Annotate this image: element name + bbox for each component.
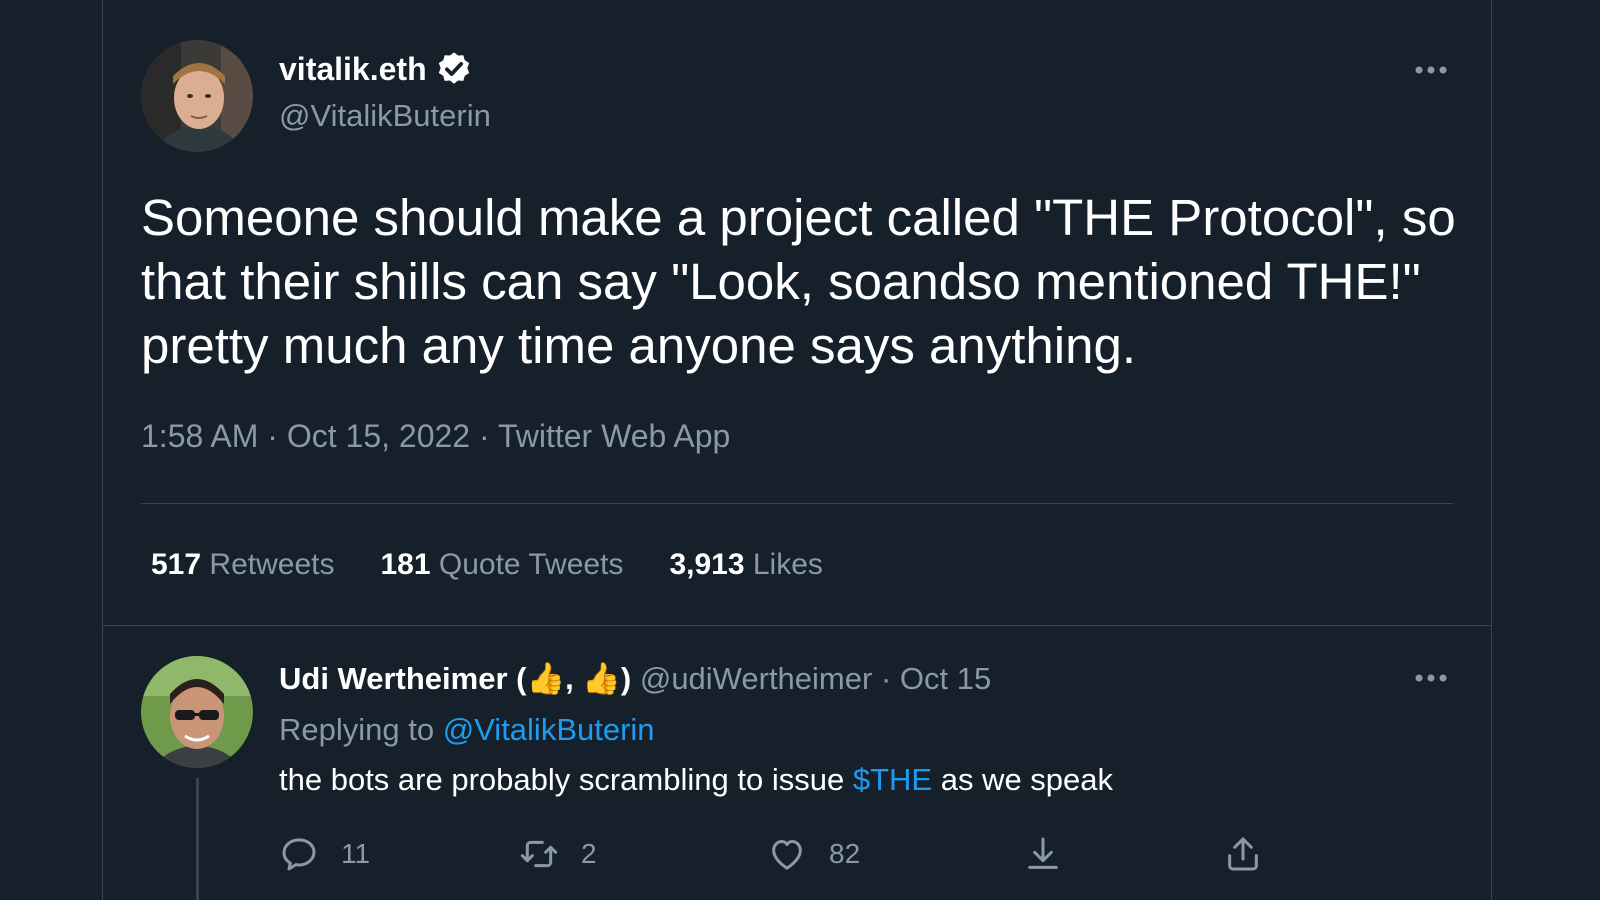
quotes-count: 181: [380, 548, 431, 581]
reply-text-before: the bots are probably scrambling to issu…: [279, 762, 845, 797]
share-icon: [1223, 834, 1263, 874]
reply-text-after: as we speak: [940, 762, 1114, 797]
retweet-button[interactable]: 2: [519, 834, 597, 874]
reply-icon: [279, 834, 319, 874]
retweet-count: 2: [581, 838, 597, 869]
replying-to: Replying to @VitalikButerin: [279, 712, 655, 748]
tweet-text: Someone should make a project called "TH…: [141, 189, 1456, 374]
quote-tweets-stat[interactable]: 181 Quote Tweets: [380, 548, 623, 582]
like-count: 82: [829, 838, 861, 869]
retweets-stat[interactable]: 517 Retweets: [151, 548, 334, 582]
author-avatar[interactable]: [141, 40, 253, 152]
retweet-icon: [519, 834, 559, 874]
likes-stat[interactable]: 3,913 Likes: [669, 548, 822, 582]
retweets-count: 517: [151, 548, 202, 581]
reply-text: the bots are probably scrambling to issu…: [279, 762, 1113, 798]
retweets-label: Retweets: [209, 548, 335, 581]
save-icon: [1023, 834, 1063, 874]
save-button[interactable]: [1023, 834, 1063, 874]
reply-count: 11: [341, 838, 371, 869]
likes-count: 3,913: [669, 548, 745, 581]
reply-display-name[interactable]: Udi Wertheimer (👍, 👍): [279, 661, 631, 696]
cashtag-link[interactable]: $THE: [853, 762, 932, 797]
replying-prefix: Replying to: [279, 712, 435, 747]
reply-more-options-icon[interactable]: [1411, 668, 1451, 688]
share-button[interactable]: [1223, 834, 1263, 874]
likes-label: Likes: [752, 548, 823, 581]
reply-handle[interactable]: @udiWertheimer: [640, 661, 872, 696]
like-icon: [767, 834, 807, 874]
verified-icon: [435, 50, 473, 88]
divider: [141, 503, 1453, 504]
reply-button[interactable]: 11: [279, 834, 370, 874]
reply-separator: ·: [880, 661, 892, 696]
author-display-name[interactable]: vitalik.eth: [279, 51, 427, 88]
reply-date[interactable]: Oct 15: [900, 661, 991, 696]
tweet-time[interactable]: 1:58 AM: [141, 418, 258, 454]
reply-author-avatar[interactable]: [141, 656, 253, 768]
like-button[interactable]: 82: [767, 834, 860, 874]
reply-header: Udi Wertheimer (👍, 👍) @udiWertheimer · O…: [279, 660, 991, 697]
tweet-column: vitalik.eth @VitalikButerin Someone shou…: [102, 0, 1492, 900]
meta-separator: ·: [267, 418, 278, 454]
thread-line: [196, 778, 199, 900]
replying-handle-link[interactable]: @VitalikButerin: [443, 712, 655, 747]
section-divider: [103, 625, 1491, 626]
author-name[interactable]: vitalik.eth: [279, 50, 473, 88]
tweet-date[interactable]: Oct 15, 2022: [287, 418, 470, 454]
meta-separator: ·: [478, 418, 490, 454]
tweet-stats: 517 Retweets 181 Quote Tweets 3,913 Like…: [151, 548, 823, 582]
quotes-label: Quote Tweets: [438, 548, 624, 581]
more-options-icon[interactable]: [1411, 60, 1451, 80]
author-handle[interactable]: @VitalikButerin: [279, 98, 491, 134]
tweet-source[interactable]: Twitter Web App: [498, 418, 730, 454]
tweet-meta: 1:58 AM · Oct 15, 2022 · Twitter Web App: [141, 418, 730, 455]
